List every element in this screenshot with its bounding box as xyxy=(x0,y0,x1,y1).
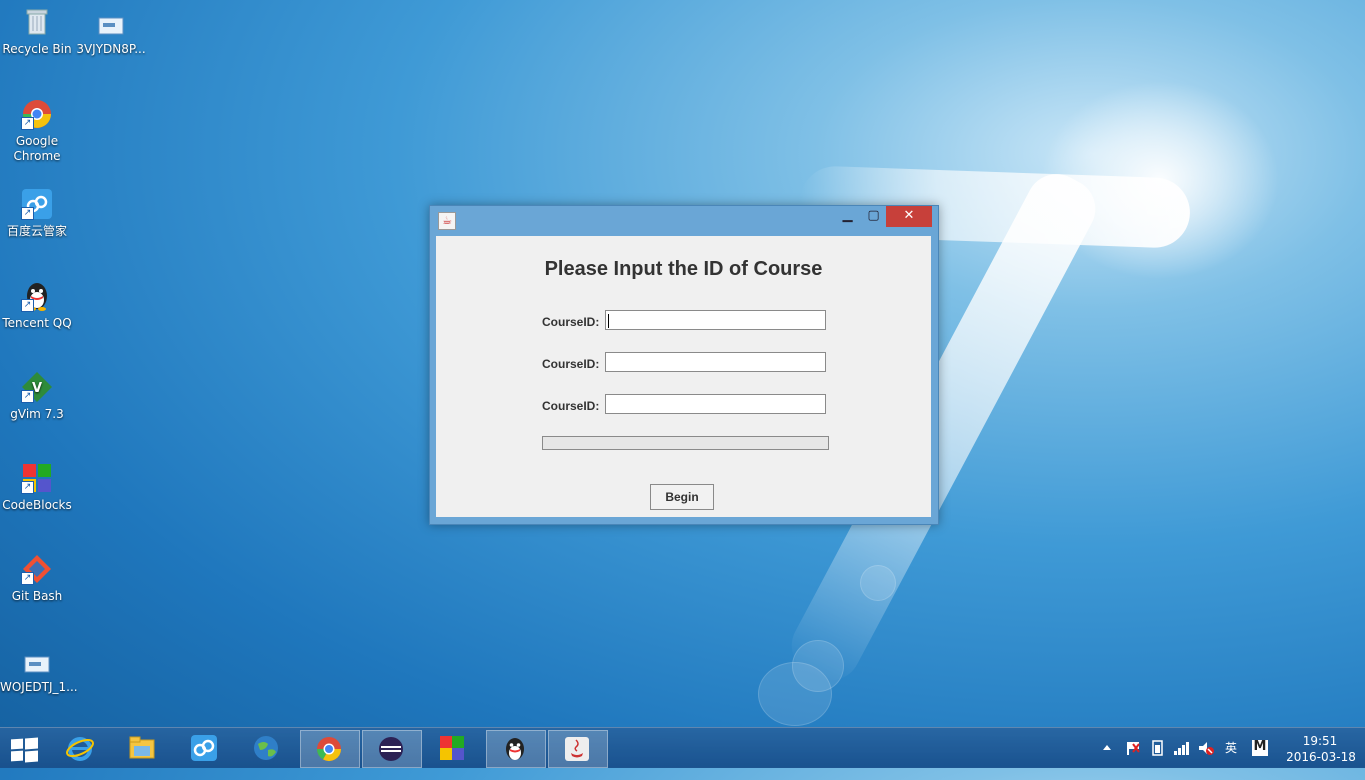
close-button[interactable]: ✕ xyxy=(886,206,932,227)
desktop-icon-label: WOJEDTJ_1... xyxy=(0,680,78,694)
wallpaper-bubble xyxy=(860,565,896,601)
taskbar-eclipse[interactable] xyxy=(362,730,422,768)
shortcut-arrow-icon: ↗ xyxy=(21,572,34,585)
courseid-label-3: CourseID: xyxy=(542,399,600,413)
git-bash-icon: ↗ xyxy=(21,553,53,585)
windows-logo-icon xyxy=(25,750,38,763)
minimize-button[interactable]: ▁ xyxy=(835,206,860,227)
file-explorer-icon xyxy=(129,736,155,759)
taskbar-baidu-cloud[interactable] xyxy=(176,730,234,766)
taskbar-qq[interactable] xyxy=(486,730,546,768)
wallpaper-bubble xyxy=(758,662,832,726)
desktop-icon-label: Git Bash xyxy=(11,589,63,603)
courseid-label-2: CourseID: xyxy=(542,357,600,371)
desktop-icon-git-bash[interactable]: ↗ Git Bash xyxy=(0,553,74,604)
desktop-icon-label: 3VJYDN8P... xyxy=(76,42,146,56)
courseid-input-3[interactable] xyxy=(605,394,826,414)
courseid-input-1[interactable] xyxy=(605,310,826,330)
globe-icon xyxy=(254,736,278,760)
desktop-icon-baidu-cloud[interactable]: ↗ 百度云管家 xyxy=(0,188,74,239)
desktop-icon-label: gVim 7.3 xyxy=(10,407,64,421)
taskbar: 英 M 19:51 2016-03-18 xyxy=(0,727,1365,768)
window-titlebar[interactable]: ☕ ▁ ▢ ✕ xyxy=(430,206,938,236)
wallpaper-glow xyxy=(1040,80,1280,280)
taskbar-file-explorer[interactable] xyxy=(114,730,172,766)
java-icon[interactable]: ☕ xyxy=(438,212,456,230)
progress-bar xyxy=(542,436,829,450)
java-icon xyxy=(565,737,589,761)
shortcut-arrow-icon: ↗ xyxy=(21,481,34,494)
show-hidden-icons-button[interactable] xyxy=(1100,740,1114,780)
desktop-icon-gvim[interactable]: V ↗ gVim 7.3 xyxy=(0,371,74,422)
action-center-flag-icon[interactable] xyxy=(1125,740,1143,780)
desktop-icon-tencent-qq[interactable]: ↗ Tencent QQ xyxy=(0,280,74,331)
maximize-button[interactable]: ▢ xyxy=(861,206,886,227)
recycle-bin-icon xyxy=(21,6,53,38)
text-caret xyxy=(608,314,609,328)
ime-mode-indicator[interactable]: M xyxy=(1252,740,1268,756)
chrome-icon xyxy=(317,737,341,762)
desktop-icon-label: 百度云管家 xyxy=(6,224,67,238)
windows-logo-icon xyxy=(11,750,23,762)
courseid-label-1: CourseID: xyxy=(542,315,600,329)
taskbar-java[interactable] xyxy=(548,730,608,768)
file-icon xyxy=(95,14,127,38)
desktop-icon-label: Tencent QQ xyxy=(2,316,72,330)
gvim-icon: V ↗ xyxy=(21,371,53,403)
battery-icon[interactable] xyxy=(1149,740,1167,780)
taskbar-globe[interactable] xyxy=(238,730,296,766)
baidu-cloud-icon: ↗ xyxy=(21,188,53,220)
eclipse-icon xyxy=(379,737,403,761)
codeblocks-icon: ↗ xyxy=(21,462,53,494)
desktop-icon-label: Recycle Bin xyxy=(2,42,72,56)
courseid-input-2[interactable] xyxy=(605,352,826,372)
taskbar-codeblocks[interactable] xyxy=(424,730,482,766)
chevron-up-icon xyxy=(1103,745,1111,750)
desktop-icon-label: Google Chrome xyxy=(13,134,61,163)
desktop-icon-3vjydn8p[interactable]: 3VJYDN8P... xyxy=(74,14,148,57)
desktop-icon-wojedtj[interactable]: WOJEDTJ_1... xyxy=(0,654,78,695)
taskbar-chrome[interactable] xyxy=(300,730,360,768)
volume-muted-icon[interactable] xyxy=(1197,740,1215,780)
shortcut-arrow-icon: ↗ xyxy=(21,299,34,312)
shortcut-arrow-icon: ↗ xyxy=(21,207,34,220)
shortcut-arrow-icon: ↗ xyxy=(21,117,34,130)
codeblocks-icon xyxy=(440,736,464,760)
chrome-icon: ↗ xyxy=(21,98,53,130)
desktop-icon-codeblocks[interactable]: ↗ CodeBlocks xyxy=(0,462,74,513)
windows-logo-icon xyxy=(11,738,23,750)
form-title: Please Input the ID of Course xyxy=(544,258,823,280)
begin-button[interactable]: Begin xyxy=(650,484,714,510)
clock-date[interactable]: 2016-03-18 xyxy=(1286,750,1356,764)
network-signal-icon[interactable] xyxy=(1173,740,1191,780)
desktop-icon-google-chrome[interactable]: ↗ Google Chrome xyxy=(0,98,74,164)
file-icon xyxy=(21,654,53,676)
windows-logo-icon xyxy=(25,737,38,750)
clock-time[interactable]: 19:51 xyxy=(1290,734,1350,748)
taskbar-internet-explorer[interactable] xyxy=(52,730,110,766)
internet-explorer-icon xyxy=(66,737,94,761)
shortcut-arrow-icon: ↗ xyxy=(21,390,34,403)
course-input-window[interactable]: ☕ ▁ ▢ ✕ Please Input the ID of Course Co… xyxy=(429,205,939,525)
desktop-icon-recycle-bin[interactable]: Recycle Bin xyxy=(0,6,74,57)
qq-icon xyxy=(506,738,524,760)
start-button[interactable] xyxy=(8,736,40,763)
ime-language-indicator[interactable]: 英 xyxy=(1225,740,1241,780)
window-content: Please Input the ID of Course CourseID: … xyxy=(436,236,931,517)
qq-icon: ↗ xyxy=(21,280,53,312)
baidu-cloud-icon xyxy=(191,735,217,761)
desktop-icon-label: CodeBlocks xyxy=(2,498,72,512)
